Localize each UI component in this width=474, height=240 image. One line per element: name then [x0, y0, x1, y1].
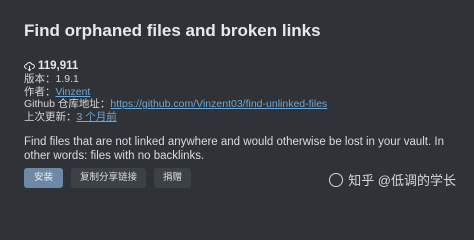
plugin-meta: 119,911 版本：1.9.1 作者：Vinzent Github 仓库地址：…: [24, 60, 450, 123]
author-link[interactable]: Vinzent: [56, 86, 91, 98]
zhihu-logo-icon: [329, 172, 344, 187]
donate-button[interactable]: 捐赠: [154, 168, 192, 188]
plugin-detail-panel: Find orphaned files and broken links 119…: [0, 0, 474, 201]
updated-row: 上次更新：3 个月前: [24, 111, 450, 124]
plugin-description: Find files that are not linked anywhere …: [24, 136, 444, 162]
watermark-text: 知乎 @低调的学长: [348, 173, 456, 188]
downloads-value: 119,911: [38, 60, 79, 72]
repo-link[interactable]: https://github.com/Vinzent03/find-unlink…: [110, 98, 327, 110]
updated-link[interactable]: 3 个月前: [77, 111, 117, 123]
plugin-title: Find orphaned files and broken links: [24, 21, 321, 40]
action-bar: 安装 复制分享链接 捐赠: [24, 168, 192, 188]
repo-label: Github 仓库地址：: [24, 98, 111, 110]
install-button[interactable]: 安装: [24, 168, 64, 188]
version-value: 1.9.1: [55, 73, 79, 85]
download-cloud-icon: [24, 62, 35, 72]
version-label: 版本：: [24, 73, 56, 85]
repo-row: Github 仓库地址：https://github.com/Vinzent03…: [24, 98, 450, 111]
author-row: 作者：Vinzent: [24, 86, 450, 99]
author-label: 作者：: [24, 85, 56, 98]
version-row: 版本：1.9.1: [24, 73, 450, 86]
watermark: 知乎 @低调的学长: [329, 170, 456, 189]
downloads-count: 119,911: [24, 60, 450, 73]
updated-label: 上次更新：: [24, 110, 77, 123]
copy-share-link-button[interactable]: 复制分享链接: [71, 168, 147, 188]
